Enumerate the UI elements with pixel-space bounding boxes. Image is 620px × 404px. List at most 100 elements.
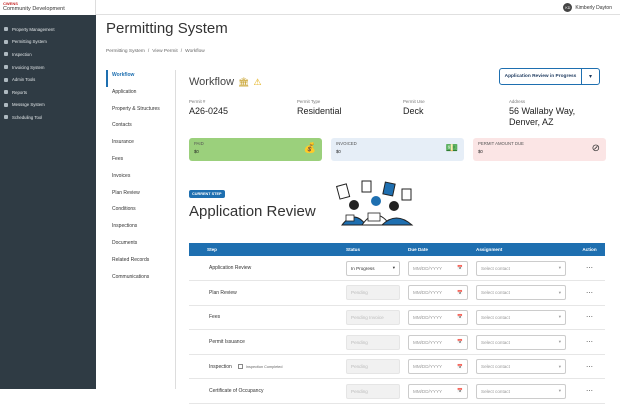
- brand-logo[interactable]: CWENS Community Development: [0, 0, 96, 15]
- warning-icon: ⚠: [253, 76, 262, 87]
- sidebar-item-scheduling-tool[interactable]: Scheduling Tool: [0, 111, 96, 124]
- document-icon: [4, 39, 8, 44]
- sidebar-item-permitting-system[interactable]: Permitting System: [0, 36, 96, 49]
- subnav-conditions[interactable]: Conditions: [106, 204, 175, 221]
- permit-type-field: Permit Type Residential: [297, 99, 342, 117]
- subnav-invoices[interactable]: Invoices: [106, 171, 175, 188]
- subnav-documents[interactable]: Documents: [106, 238, 175, 255]
- assignment-select[interactable]: Select contact ▾: [476, 285, 566, 301]
- workflow-header: Workflow 🏛 ⚠: [189, 76, 262, 88]
- subnav-inspections[interactable]: Inspections: [106, 221, 175, 238]
- clipboard-icon: [4, 52, 8, 57]
- subnav-communications[interactable]: Communications: [106, 272, 175, 289]
- calendar-icon: 📅: [457, 289, 463, 295]
- sidebar: CWENS Community Development Property Man…: [0, 0, 96, 389]
- chevron-down-icon: ▾: [558, 363, 561, 369]
- sidebar-item-label: Admin Tools: [12, 77, 36, 83]
- assignment-placeholder: Select contact: [481, 339, 510, 345]
- column-action: Action: [574, 243, 605, 256]
- invoiced-card: INVOICED $0 💵: [331, 138, 464, 161]
- field-label: Permit Type: [297, 99, 321, 104]
- subnav-related-records[interactable]: Related Records: [106, 255, 175, 272]
- status-select[interactable]: Pending: [346, 285, 400, 301]
- table-row: Application Review In Progress ▾ MM/DD/YY…: [189, 256, 605, 282]
- status-select[interactable]: Pending Invoice: [346, 309, 400, 325]
- table-row: Plan Review Pending MM/DD/YYYY 📅 Select c…: [189, 280, 605, 306]
- due-date-input[interactable]: MM/DD/YYYY 📅: [408, 285, 468, 301]
- sidebar-item-label: Reports: [12, 89, 28, 95]
- field-value: 56 Wallaby Way, Denver, AZ: [509, 106, 576, 127]
- inspection-completed-checkbox[interactable]: [237, 363, 243, 369]
- sidebar-item-invoicing-system[interactable]: Invoicing System: [0, 61, 96, 74]
- card-value: $0: [194, 149, 199, 154]
- status-value: Pending: [351, 388, 368, 394]
- workflow-status-button[interactable]: Application Review in Progress ▾: [499, 68, 600, 85]
- more-actions-icon[interactable]: ⋯: [574, 305, 605, 331]
- more-actions-icon[interactable]: ⋯: [574, 256, 605, 282]
- subnav-contacts[interactable]: Contacts: [106, 120, 175, 137]
- status-select[interactable]: Pending: [346, 334, 400, 350]
- assignment-select[interactable]: Select contact ▾: [476, 359, 566, 375]
- step-name: Inspection: [209, 363, 232, 370]
- assignment-placeholder: Select contact: [481, 265, 510, 271]
- chart-icon: [4, 90, 8, 95]
- assignment-select[interactable]: Select contact ▾: [476, 260, 566, 276]
- due-date-input[interactable]: MM/DD/YYYY 📅: [408, 309, 468, 325]
- message-icon: [4, 102, 8, 107]
- subnav-property-structures[interactable]: Property & Structures: [106, 104, 175, 121]
- breadcrumb-separator: /: [180, 49, 183, 54]
- sidebar-item-property-management[interactable]: Property Management: [0, 23, 96, 36]
- more-actions-icon[interactable]: ⋯: [574, 378, 605, 404]
- sidebar-nav: Property Management Permitting System In…: [0, 15, 96, 124]
- status-select[interactable]: Pending: [346, 383, 400, 399]
- field-label: Permit #: [189, 99, 206, 104]
- user-name: Kimberly Dayton: [575, 4, 612, 11]
- due-date-input[interactable]: MM/DD/YYYY 📅: [408, 359, 468, 375]
- column-step: Step: [189, 243, 346, 256]
- field-label: Address: [509, 99, 526, 104]
- assignment-select[interactable]: Select contact ▾: [476, 334, 566, 350]
- assignment-select[interactable]: Select contact ▾: [476, 383, 566, 399]
- chevron-down-icon: ▾: [558, 289, 561, 295]
- breadcrumb-permitting[interactable]: Permitting System: [106, 49, 145, 54]
- due-date-input[interactable]: MM/DD/YYYY 📅: [408, 260, 468, 276]
- sidebar-item-inspection[interactable]: Inspection: [0, 48, 96, 61]
- breadcrumb-view-permit[interactable]: View Permit: [152, 49, 178, 54]
- chevron-down-icon: ▾: [558, 388, 561, 394]
- status-value: Pending: [351, 290, 368, 296]
- card-label: PAID: [194, 141, 204, 146]
- more-actions-icon[interactable]: ⋯: [574, 354, 605, 380]
- assignment-select[interactable]: Select contact ▾: [476, 309, 566, 325]
- chevron-down-icon: ▾: [558, 265, 561, 271]
- money-bag-icon: 💰: [303, 143, 316, 154]
- sidebar-item-reports[interactable]: Reports: [0, 86, 96, 99]
- calendar-icon: [4, 115, 8, 120]
- subnav-plan-review[interactable]: Plan Review: [106, 188, 175, 205]
- paid-card: PAID $0 💰: [189, 138, 322, 161]
- status-select[interactable]: Pending: [346, 359, 400, 375]
- inspection-completed-label: Inspection Completed: [245, 364, 283, 369]
- invoice-stack-icon: 💵: [445, 143, 458, 154]
- chevron-down-icon: ▾: [392, 265, 395, 271]
- status-select[interactable]: In Progress ▾: [346, 260, 400, 276]
- more-actions-icon[interactable]: ⋯: [574, 329, 605, 355]
- user-menu[interactable]: KD Kimberly Dayton: [563, 3, 612, 12]
- due-date-placeholder: MM/DD/YYYY: [413, 290, 443, 296]
- chevron-down-icon[interactable]: ▾: [581, 69, 599, 84]
- top-bar: KD Kimberly Dayton: [96, 0, 620, 15]
- sidebar-item-label: Permitting System: [12, 39, 47, 45]
- field-value: Residential: [297, 106, 342, 116]
- due-date-input[interactable]: MM/DD/YYYY 📅: [408, 383, 468, 399]
- sidebar-item-label: Inspection: [12, 51, 32, 57]
- sidebar-item-admin-tools[interactable]: Admin Tools: [0, 73, 96, 86]
- sidebar-item-label: Messsge System: [12, 102, 45, 108]
- sidebar-item-message-system[interactable]: Messsge System: [0, 99, 96, 112]
- page-title: Permitting System: [106, 20, 228, 37]
- subnav-workflow[interactable]: Workflow: [106, 70, 175, 87]
- invoice-icon: [4, 65, 8, 70]
- subnav-fees[interactable]: Fees: [106, 154, 175, 171]
- more-actions-icon[interactable]: ⋯: [574, 280, 605, 306]
- due-date-input[interactable]: MM/DD/YYYY 📅: [408, 334, 468, 350]
- subnav-insurance[interactable]: Insurance: [106, 137, 175, 154]
- subnav-application[interactable]: Application: [106, 87, 175, 104]
